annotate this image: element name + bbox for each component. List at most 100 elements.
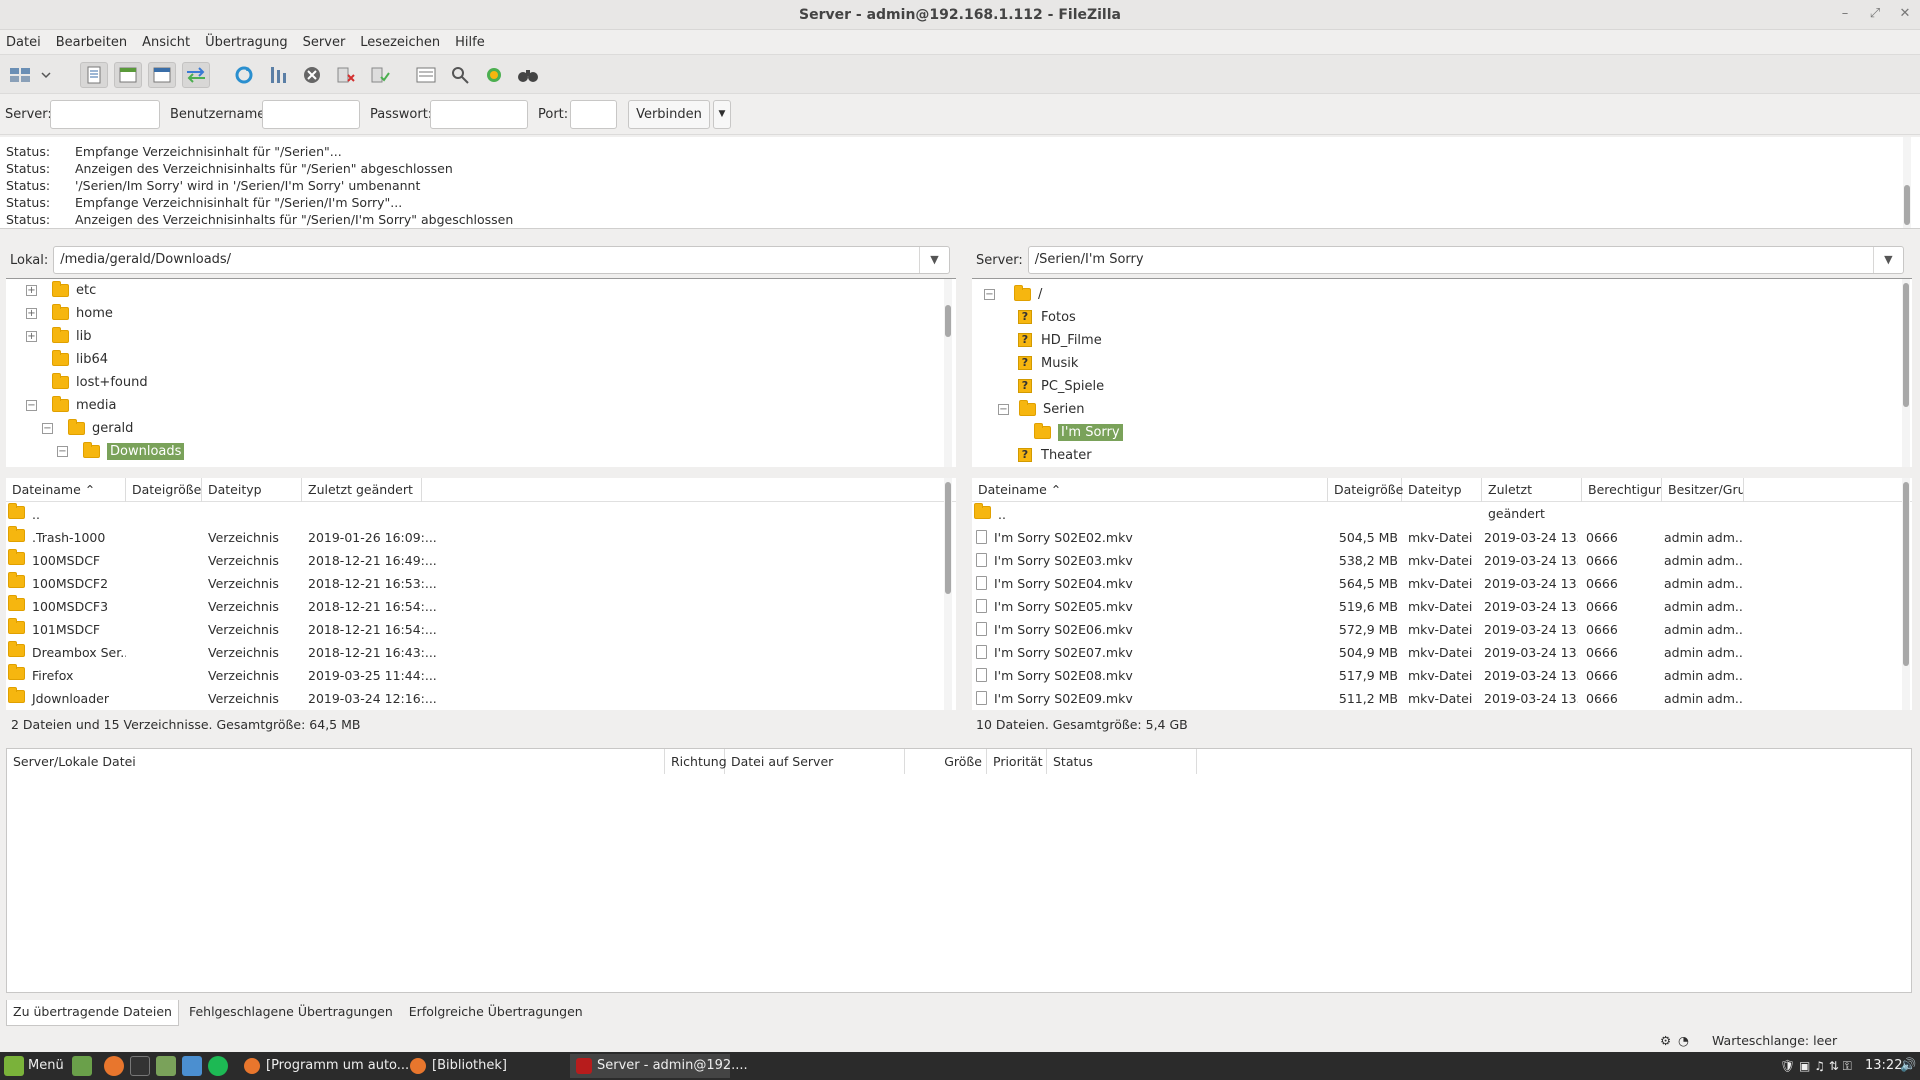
log-scrollbar[interactable] — [1903, 137, 1911, 228]
column-status[interactable]: Status — [1047, 749, 1197, 774]
disconnect-icon[interactable] — [332, 62, 360, 88]
menu-uebertragung[interactable]: Übertragung — [205, 35, 288, 50]
expand-icon[interactable]: + — [26, 330, 37, 342]
column-groesse[interactable]: Größe — [905, 749, 987, 774]
mint-menu-icon[interactable] — [4, 1056, 24, 1076]
tree-item-lib64[interactable]: lib64 — [52, 348, 108, 370]
table-row[interactable]: I'm Sorry S02E06.mkv 572,9 MB mkv-Datei 201… — [972, 618, 1912, 641]
collapse-icon[interactable]: − — [42, 422, 53, 434]
binoculars-icon[interactable] — [514, 62, 542, 88]
collapse-icon[interactable]: − — [26, 399, 37, 411]
menu-lesezeichen[interactable]: Lesezeichen — [360, 35, 440, 50]
tree-item-media[interactable]: − media — [26, 394, 117, 416]
table-row[interactable]: I'm Sorry S02E08.mkv 517,9 MB mkv-Datei 201… — [972, 664, 1912, 687]
column-besitzer-gruppe[interactable]: Besitzer/Gruppe — [1662, 478, 1744, 502]
toggle-local-tree-icon[interactable] — [114, 62, 142, 88]
tree-item-home[interactable]: + home — [26, 302, 113, 324]
table-row[interactable]: I'm Sorry S02E05.mkv 519,6 MB mkv-Datei 201… — [972, 595, 1912, 618]
menu-ansicht[interactable]: Ansicht — [142, 35, 190, 50]
collapse-icon[interactable]: − — [984, 288, 995, 300]
table-row[interactable]: 100MSDCF Verzeichnis 2018-12-21 16:49:... — [6, 549, 956, 572]
remote-file-scrollbar[interactable] — [1902, 478, 1910, 710]
site-manager-icon[interactable] — [6, 62, 34, 88]
close-icon[interactable]: ✕ — [1890, 0, 1920, 30]
column-dateiname[interactable]: Dateiname ⌃ — [6, 478, 126, 502]
column-datei-auf-server[interactable]: Datei auf Server — [725, 749, 905, 774]
firefox-icon[interactable] — [104, 1056, 124, 1076]
expand-icon[interactable]: + — [26, 284, 37, 296]
table-row[interactable]: I'm Sorry S02E02.mkv 504,5 MB mkv-Datei 201… — [972, 526, 1912, 549]
process-queue-icon[interactable] — [264, 62, 292, 88]
connect-history-dropdown[interactable]: ▼ — [713, 100, 731, 129]
remote-path-input[interactable]: /Serien/I'm Sorry ▼ — [1027, 246, 1904, 274]
table-row[interactable]: Jdownloader Verzeichnis 2019-03-24 12:16:.… — [6, 687, 956, 710]
tree-item-lost-found[interactable]: lost+found — [52, 371, 148, 393]
tab-failed-transfers[interactable]: Fehlgeschlagene Übertragungen — [183, 1000, 399, 1026]
table-row[interactable]: .. — [972, 503, 1912, 526]
toggle-queue-icon[interactable] — [182, 62, 210, 88]
taskbar-task-3[interactable]: Server - admin@192.... — [597, 1055, 748, 1077]
column-dateiname[interactable]: Dateiname ⌃ — [972, 478, 1328, 502]
table-row[interactable]: .Trash-1000 Verzeichnis 2019-01-26 16:09:.… — [6, 526, 956, 549]
table-row[interactable]: I'm Sorry S02E09.mkv 511,2 MB mkv-Datei 201… — [972, 687, 1912, 710]
table-row[interactable]: I'm Sorry S02E07.mkv 504,9 MB mkv-Datei 201… — [972, 641, 1912, 664]
column-zuletzt-geaendert[interactable]: Zuletzt geändert — [302, 478, 422, 502]
local-path-input[interactable]: /media/gerald/Downloads/ ▼ — [53, 246, 950, 274]
chevron-down-icon[interactable] — [38, 62, 54, 88]
search-icon[interactable] — [446, 62, 474, 88]
directory-listing-filter-icon[interactable] — [412, 62, 440, 88]
column-prioritaet[interactable]: Priorität — [987, 749, 1047, 774]
cancel-icon[interactable] — [298, 62, 326, 88]
menu-hilfe[interactable]: Hilfe — [455, 35, 485, 50]
maximize-icon[interactable]: ⤢ — [1860, 0, 1890, 30]
tray-icons[interactable]: 🛡 ▣ ♫ ⇅ ⚿ — [1780, 1055, 1852, 1077]
column-dateityp[interactable]: Dateityp — [1402, 478, 1482, 502]
taskbar-task-1[interactable]: [Programm um auto... — [266, 1055, 409, 1077]
column-zuletzt-geaendert[interactable]: Zuletzt geändert — [1482, 478, 1582, 521]
tree-item-gerald[interactable]: − gerald — [42, 417, 133, 439]
table-row[interactable]: I'm Sorry S02E04.mkv 564,5 MB mkv-Datei 201… — [972, 572, 1912, 595]
remote-tree-scrollbar[interactable] — [1902, 279, 1910, 467]
tab-queued-files[interactable]: Zu übertragende Dateien — [6, 1000, 179, 1026]
tree-item-fotos[interactable]: ? Fotos — [1018, 306, 1076, 328]
tree-item-root[interactable]: − / — [984, 283, 1042, 305]
gear-icon[interactable]: ⚙ — [1660, 1030, 1674, 1052]
tab-successful-transfers[interactable]: Erfolgreiche Übertragungen — [403, 1000, 589, 1026]
table-row[interactable]: 101MSDCF Verzeichnis 2018-12-21 16:54:... — [6, 618, 956, 641]
clock[interactable]: 13:22 — [1865, 1055, 1902, 1077]
tree-item-hd-filme[interactable]: ? HD_Filme — [1018, 329, 1102, 351]
menu-datei[interactable]: Datei — [6, 35, 41, 50]
table-row[interactable]: 100MSDCF3 Verzeichnis 2018-12-21 16:54:... — [6, 595, 956, 618]
tree-item-lib[interactable]: + lib — [26, 325, 91, 347]
table-row[interactable]: .. — [6, 503, 956, 526]
menu-bearbeiten[interactable]: Bearbeiten — [56, 35, 127, 50]
table-row[interactable]: I'm Sorry S02E03.mkv 538,2 MB mkv-Datei 201… — [972, 549, 1912, 572]
chevron-down-icon[interactable]: ▼ — [919, 247, 949, 273]
connect-button[interactable]: Verbinden — [628, 100, 710, 129]
show-desktop-icon[interactable] — [72, 1056, 92, 1076]
terminal-icon[interactable] — [130, 1056, 150, 1076]
column-dateigroesse[interactable]: Dateigröße — [126, 478, 202, 502]
speed-limit-icon[interactable]: ◔ — [1678, 1030, 1696, 1052]
tree-item-serien[interactable]: − Serien — [998, 398, 1084, 420]
minimize-icon[interactable]: – — [1830, 0, 1860, 30]
server-input[interactable] — [50, 100, 160, 129]
column-berechtigung[interactable]: Berechtigung — [1582, 478, 1662, 502]
files-icon[interactable] — [156, 1056, 176, 1076]
column-dateigroesse[interactable]: Dateigröße — [1328, 478, 1403, 502]
username-input[interactable] — [262, 100, 360, 129]
toggle-log-icon[interactable] — [80, 62, 108, 88]
local-tree-scrollbar[interactable] — [944, 279, 952, 467]
port-input[interactable] — [570, 100, 617, 129]
collapse-icon[interactable]: − — [998, 403, 1009, 415]
reconnect-icon[interactable] — [366, 62, 394, 88]
password-input[interactable] — [430, 100, 528, 129]
chevron-down-icon[interactable]: ▼ — [1872, 247, 1903, 273]
table-row[interactable]: 100MSDCF2 Verzeichnis 2018-12-21 16:53:... — [6, 572, 956, 595]
column-richtung[interactable]: Richtung — [665, 749, 727, 774]
taskbar-menu-label[interactable]: Menü — [28, 1055, 64, 1077]
tree-item-musik[interactable]: ? Musik — [1018, 352, 1078, 374]
tree-item-etc[interactable]: + etc — [26, 279, 96, 301]
sync-browsing-icon[interactable] — [480, 62, 508, 88]
volume-icon[interactable]: 🔊 — [1900, 1055, 1916, 1077]
